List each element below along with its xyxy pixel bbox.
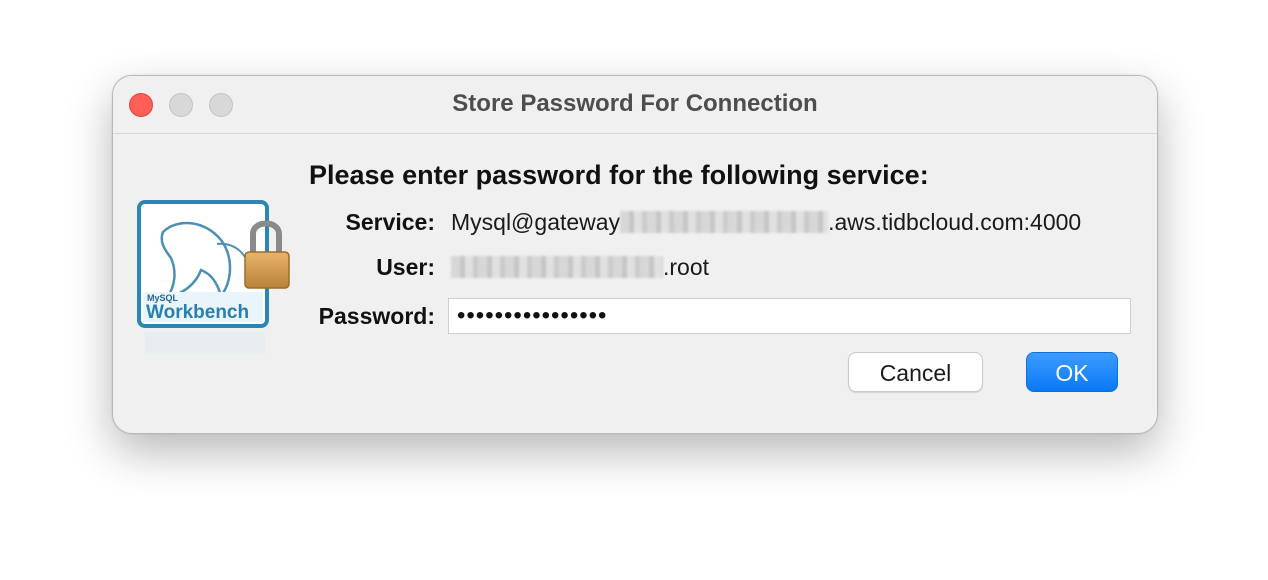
screen: Store Password For Connection MySQL Work… [0, 0, 1268, 580]
service-prefix: Mysql@gateway [451, 209, 621, 235]
redacted-host [620, 211, 829, 233]
title-bar: Store Password For Connection [113, 76, 1157, 134]
redacted-user [451, 256, 663, 278]
password-input[interactable]: •••••••••••••••• [448, 298, 1131, 334]
ok-button[interactable]: OK [1026, 352, 1118, 392]
password-label: Password: [318, 303, 435, 329]
dialog-heading: Please enter password for the following … [309, 160, 929, 190]
user-suffix: .root [663, 254, 710, 280]
user-value: .root [451, 254, 709, 281]
service-value: Mysql@gateway .aws.tidbcloud.com:4000 [451, 209, 1081, 236]
window-title: Store Password For Connection [452, 90, 818, 117]
dialog-window: Store Password For Connection MySQL Work… [112, 75, 1158, 434]
service-suffix: .aws.tidbcloud.com:4000 [828, 209, 1082, 235]
service-label: Service: [345, 209, 435, 235]
user-label: User: [376, 254, 435, 280]
cancel-button[interactable]: Cancel [848, 352, 983, 392]
